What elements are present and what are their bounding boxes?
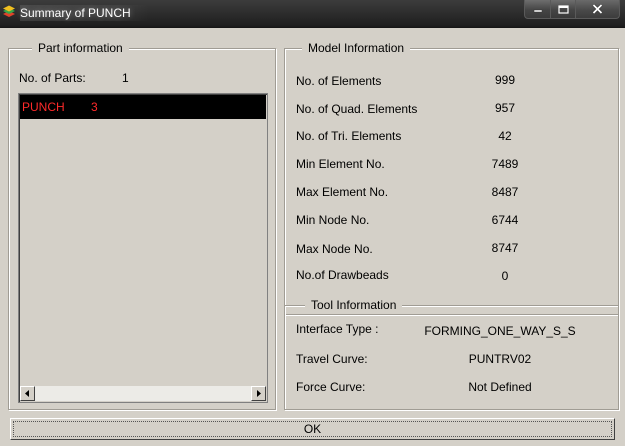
model-row-label: Min Element No. bbox=[296, 157, 385, 171]
dialog-body: Part information No. of Parts: 1 PUNCH 3 bbox=[0, 28, 625, 446]
model-row-label: No. of Elements bbox=[296, 74, 382, 88]
tool-row-label: Force Curve: bbox=[296, 380, 366, 394]
model-row-label: Min Node No. bbox=[296, 213, 370, 227]
model-row-value: 8487 bbox=[491, 185, 519, 199]
arrow-left-icon bbox=[25, 390, 29, 397]
maximize-icon bbox=[557, 4, 569, 14]
list-item-punch[interactable]: PUNCH 3 bbox=[20, 95, 266, 119]
tool-row-value: Not Defined bbox=[468, 380, 532, 394]
part-id: 3 bbox=[91, 100, 98, 114]
arrow-right-icon bbox=[257, 390, 261, 397]
model-row-value: 42 bbox=[498, 129, 512, 143]
scroll-right-button[interactable] bbox=[251, 386, 266, 401]
model-row-value: 957 bbox=[494, 101, 516, 115]
scroll-left-button[interactable] bbox=[20, 386, 35, 401]
model-row-value: 8747 bbox=[491, 241, 519, 255]
no-of-parts-label: No. of Parts: bbox=[19, 71, 86, 85]
tool-row-value: FORMING_ONE_WAY_S_S bbox=[424, 324, 576, 338]
minimize-icon bbox=[533, 9, 542, 13]
summary-window: Summary of PUNCH Part information No. of… bbox=[0, 0, 625, 446]
part-name: PUNCH bbox=[22, 100, 65, 114]
tool-row-label: Travel Curve: bbox=[296, 352, 368, 366]
model-row-value: 7489 bbox=[491, 157, 519, 171]
model-row-value: 0 bbox=[501, 269, 509, 283]
minimize-button[interactable] bbox=[524, 0, 551, 19]
model-row-label: Max Element No. bbox=[296, 185, 389, 199]
model-row-label: No. of Tri. Elements bbox=[296, 129, 402, 143]
app-icon bbox=[3, 5, 15, 17]
maximize-button[interactable] bbox=[551, 0, 576, 19]
model-row-label: Max Node No. bbox=[296, 242, 373, 256]
model-row-label: No. of Quad. Elements bbox=[296, 102, 418, 116]
close-button[interactable] bbox=[576, 0, 620, 19]
tool-row-value: PUNTRV02 bbox=[468, 352, 532, 366]
part-information-title: Part information bbox=[32, 41, 129, 55]
model-row-label: No.of Drawbeads bbox=[296, 268, 389, 282]
no-of-parts-value: 1 bbox=[122, 71, 129, 85]
tool-information-title: Tool Information bbox=[305, 298, 403, 312]
model-row-value: 999 bbox=[494, 73, 516, 87]
caption-buttons bbox=[524, 0, 620, 19]
model-row-value: 6744 bbox=[491, 213, 519, 227]
model-information-title: Model Information bbox=[302, 41, 411, 55]
ok-button[interactable]: OK bbox=[10, 418, 615, 440]
window-title: Summary of PUNCH bbox=[20, 5, 149, 21]
close-icon bbox=[592, 4, 603, 14]
parts-listbox[interactable]: PUNCH 3 bbox=[18, 93, 268, 403]
tool-row-label: Interface Type : bbox=[296, 322, 379, 336]
horizontal-scrollbar[interactable] bbox=[20, 386, 266, 401]
